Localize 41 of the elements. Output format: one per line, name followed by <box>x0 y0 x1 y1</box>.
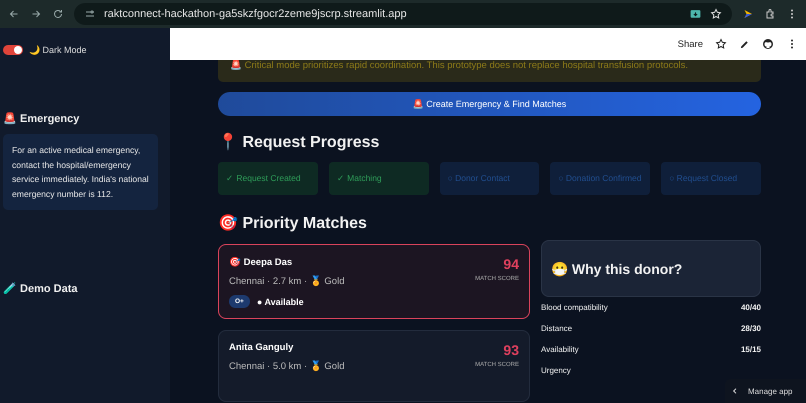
emergency-note: For an active medical emergency, contact the hospital/emergency service immediately. India's national emergency number is 112. <box>3 134 158 210</box>
install-app-icon[interactable] <box>689 8 702 20</box>
progress-step: ○ Request Closed <box>661 162 761 195</box>
back-icon[interactable] <box>8 8 20 20</box>
match-score: 94 <box>502 256 519 272</box>
address-bar[interactable]: raktconnect-hackathon-ga5skzfgocr2zeme9jscrp.streamlit.app <box>74 3 732 25</box>
donor-location: Chennai · 5.0 km · 🏅 Gold <box>229 360 344 372</box>
score-factor-label: Blood compatibility <box>541 303 608 312</box>
forward-icon[interactable] <box>30 8 42 20</box>
progress-step: ○ Donation Confirmed <box>550 162 650 195</box>
donor-name: 🎯 Deepa Das <box>229 256 294 268</box>
share-link[interactable]: Share <box>678 38 703 50</box>
star-icon[interactable] <box>715 38 727 50</box>
section-heading: 📍 Request Progress <box>218 132 380 153</box>
match-score: 93 <box>502 342 519 358</box>
score-factor-value: 40/40 <box>740 303 761 312</box>
github-icon[interactable] <box>762 38 774 50</box>
availability-status: ● Available <box>256 296 304 306</box>
dark-mode-label: 🌙 Dark Mode <box>29 45 87 55</box>
score-factor-value: 28/30 <box>740 324 761 333</box>
reload-icon[interactable] <box>52 8 64 20</box>
section-heading: 🚨 Emergency <box>3 112 80 125</box>
extension-logo-icon[interactable] <box>742 8 754 20</box>
score-factor-label: Distance <box>541 324 572 333</box>
extensions-icon[interactable] <box>764 8 776 20</box>
donor-location: Chennai · 2.7 km · 🏅 Gold <box>229 275 344 287</box>
score-factor-label: Urgency <box>541 366 571 375</box>
score-factor-label: Availability <box>541 345 579 354</box>
create-emergency-button[interactable]: 🚨 Create Emergency & Find Matches <box>218 92 761 116</box>
progress-step: ✓ Request Created <box>218 162 318 195</box>
score-factor-value: 15/15 <box>740 345 761 354</box>
pencil-icon[interactable] <box>739 38 750 50</box>
chevron-left-icon <box>731 387 739 395</box>
progress-step: ✓ Matching <box>328 162 429 195</box>
url-text: raktconnect-hackathon-ga5skzfgocr2zeme9jscrp.streamlit.app <box>104 8 407 20</box>
donor-name: Anita Ganguly <box>229 342 294 353</box>
dark-mode-toggle[interactable] <box>3 45 23 55</box>
section-heading: 🧪 Demo Data <box>3 282 79 295</box>
panel-title: 😷 Why this donor? <box>551 260 682 276</box>
progress-step: ○ Donor Contact <box>440 162 540 195</box>
section-heading: 🎯 Priority Matches <box>218 213 368 234</box>
